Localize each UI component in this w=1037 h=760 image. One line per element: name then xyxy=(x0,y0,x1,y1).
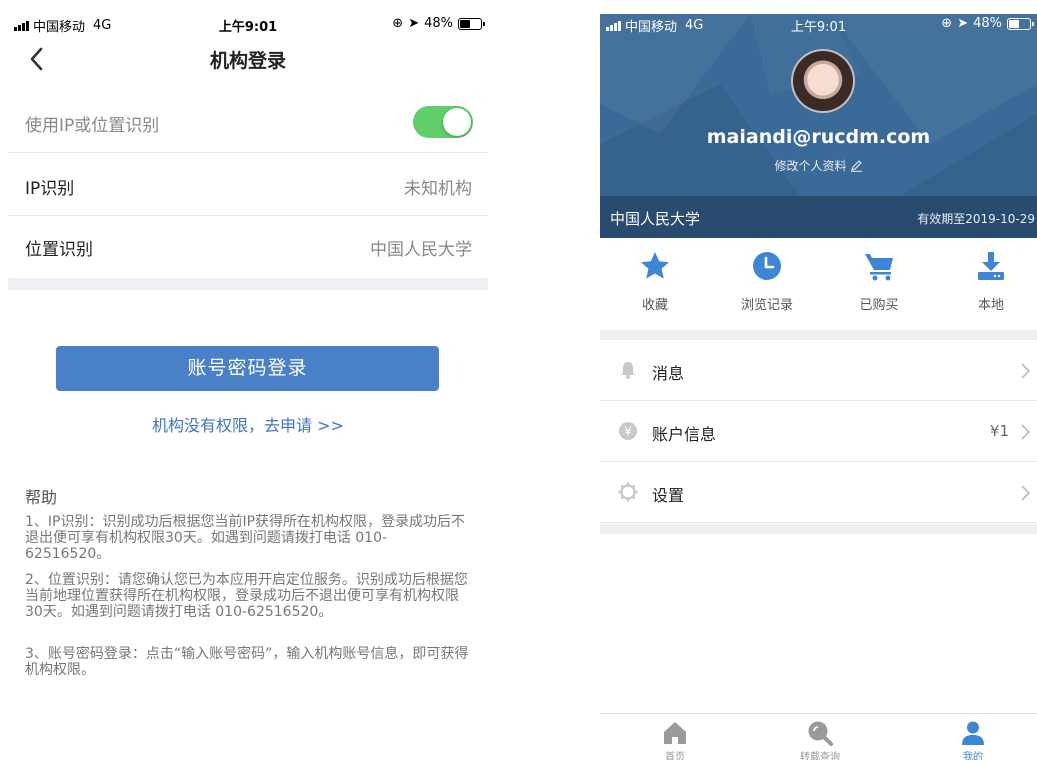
yen-icon: ¥ xyxy=(619,422,637,440)
user-email: maiandi@rucdm.com xyxy=(706,126,931,148)
home-icon xyxy=(664,722,686,744)
menu-item-account-info[interactable]: ¥ 账户信息 ¥1 xyxy=(600,401,1037,462)
status-bar: 中国移动 4G 上午9:01 ⊕ ➤ 48% xyxy=(8,14,488,35)
download-icon xyxy=(978,252,1004,280)
avatar[interactable] xyxy=(791,49,855,113)
battery-percent: 48% xyxy=(424,16,453,31)
battery-fill xyxy=(460,19,470,28)
pencil-icon xyxy=(850,160,862,172)
location-recognition-value: 中国人民大学 xyxy=(370,240,472,260)
chevron-right-icon xyxy=(1021,424,1031,440)
section-divider xyxy=(8,278,488,290)
purchased-button[interactable]: 已购买 xyxy=(824,250,934,313)
apply-permission-link[interactable]: 机构没有权限，去申请 >> xyxy=(8,412,488,436)
tab-mine-label: 我的 xyxy=(963,752,983,760)
favorites-button[interactable]: 收藏 xyxy=(600,250,710,313)
status-bar: 中国移动 4G 上午9:01 ⊕ ➤ 48% xyxy=(600,14,1037,35)
chevron-right-icon xyxy=(1021,363,1031,379)
ip-location-toggle-row: 使用IP或位置识别 xyxy=(8,92,488,153)
chevron-right-icon xyxy=(1021,485,1031,501)
ip-location-toggle[interactable] xyxy=(413,106,473,138)
edit-profile-link[interactable]: 修改个人资料 xyxy=(600,157,1037,174)
local-label: 本地 xyxy=(977,298,1004,313)
institution-login-screen: 中国移动 4G 上午9:01 ⊕ ➤ 48% 机构登录 使用IP或位置识别 IP… xyxy=(8,0,488,760)
help-title: 帮助 xyxy=(25,488,58,507)
location-arrow-icon: ➤ xyxy=(408,16,420,31)
menu-item-settings[interactable]: 设置 xyxy=(600,462,1037,523)
battery-icon xyxy=(458,17,485,30)
help-item-account: 3、账号密码登录：点击“输入账号密码”，输入机构账号信息，即可获得机构权限。 xyxy=(25,646,469,678)
user-icon xyxy=(962,721,984,745)
local-button[interactable]: 本地 xyxy=(936,250,1037,313)
toggle-label: 使用IP或位置识别 xyxy=(25,116,160,136)
messages-label: 消息 xyxy=(652,364,685,383)
help-item-ip: 1、IP识别：识别成功后根据您当前IP获得所在机构权限，登录成功后不退出便可享有… xyxy=(25,514,466,562)
battery-fill xyxy=(1009,19,1019,28)
section-divider xyxy=(600,524,1037,534)
gear-icon xyxy=(618,482,638,502)
history-label: 浏览记录 xyxy=(740,298,793,313)
purchased-label: 已购买 xyxy=(859,298,899,313)
cart-icon xyxy=(865,254,893,281)
ip-recognition-value: 未知机构 xyxy=(404,179,472,199)
edit-profile-label: 修改个人资料 xyxy=(774,159,847,173)
account-info-label: 账户信息 xyxy=(652,425,717,444)
institution-name: 中国人民大学 xyxy=(610,210,701,228)
clock-icon xyxy=(753,252,781,280)
quick-actions: 收藏 浏览记录 已购买 本地 xyxy=(600,250,1037,320)
toggle-knob xyxy=(443,108,471,136)
location-arrow-icon: ➤ xyxy=(957,16,969,31)
favorites-label: 收藏 xyxy=(641,298,668,313)
ip-recognition-row[interactable]: IP识别 未知机构 xyxy=(8,155,488,216)
tab-home-label: 首页 xyxy=(665,752,685,760)
location-recognition-row[interactable]: 位置识别 中国人民大学 xyxy=(8,216,488,276)
profile-header: 中国移动 4G 上午9:01 ⊕ ➤ 48% maiandi@rucdm.com… xyxy=(600,14,1037,238)
ip-recognition-label: IP识别 xyxy=(25,179,75,199)
section-divider xyxy=(600,330,1037,340)
settings-label: 设置 xyxy=(652,486,685,505)
tab-home[interactable]: 首页 xyxy=(620,720,730,760)
orientation-lock-icon: ⊕ xyxy=(392,16,404,31)
tab-bar: 首页 转载查询 我的 xyxy=(600,713,1037,760)
bell-icon xyxy=(621,362,635,379)
tab-repost-query-label: 转载查询 xyxy=(800,752,840,760)
battery-percent: 48% xyxy=(973,16,1002,31)
history-button[interactable]: 浏览记录 xyxy=(712,250,822,313)
account-balance: ¥1 xyxy=(989,422,1009,440)
page-title: 机构登录 xyxy=(209,50,286,72)
svg-text:¥: ¥ xyxy=(624,425,632,439)
my-account-screen: 中国移动 4G 上午9:01 ⊕ ➤ 48% maiandi@rucdm.com… xyxy=(600,0,1037,760)
orientation-lock-icon: ⊕ xyxy=(941,16,953,31)
star-icon xyxy=(641,252,669,279)
menu-item-messages[interactable]: 消息 xyxy=(600,340,1037,401)
tab-mine[interactable]: 我的 xyxy=(918,720,1028,760)
nav-bar: 机构登录 xyxy=(8,40,488,76)
institution-bar: 中国人民大学 有效期至2019-10-29 xyxy=(600,196,1037,238)
search-icon xyxy=(808,721,833,746)
account-password-login-button[interactable]: 账号密码登录 xyxy=(56,346,439,391)
help-item-location: 2、位置识别：请您确认您已为本应用开启定位服务。识别成功后根据您当前地理位置获得… xyxy=(25,572,468,620)
location-recognition-label: 位置识别 xyxy=(25,240,93,260)
tab-repost-query[interactable]: 转载查询 xyxy=(765,720,875,760)
institution-expiry: 有效期至2019-10-29 xyxy=(917,212,1035,226)
battery-icon xyxy=(1007,17,1034,30)
